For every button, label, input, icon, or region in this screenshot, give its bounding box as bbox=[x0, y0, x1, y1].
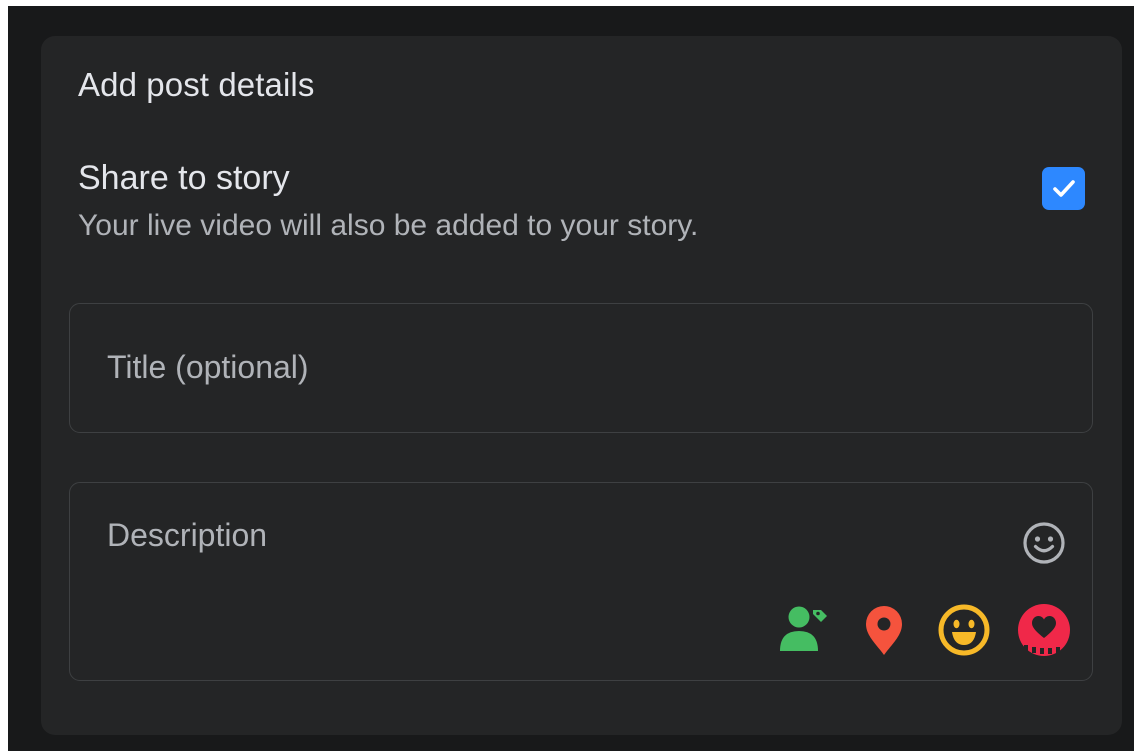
post-details-card: Add post details Share to story Your liv… bbox=[41, 36, 1122, 735]
page-background: Add post details Share to story Your liv… bbox=[8, 6, 1134, 751]
share-to-story-checkbox[interactable] bbox=[1042, 167, 1085, 210]
title-input[interactable]: Title (optional) bbox=[69, 303, 1093, 433]
title-placeholder: Title (optional) bbox=[107, 349, 309, 385]
description-placeholder: Description bbox=[107, 517, 268, 553]
card-title: Add post details bbox=[78, 66, 315, 103]
tag-people-icon[interactable] bbox=[775, 601, 833, 659]
support-nonprofit-icon[interactable] bbox=[1015, 601, 1073, 659]
feeling-activity-icon[interactable] bbox=[935, 601, 993, 659]
share-to-story-label: Share to story bbox=[78, 159, 290, 197]
smiley-outline-icon[interactable] bbox=[1021, 520, 1067, 566]
share-to-story-description: Your live video will also be added to yo… bbox=[78, 209, 699, 242]
checkmark-icon bbox=[1053, 180, 1075, 197]
location-pin-icon[interactable] bbox=[855, 601, 913, 659]
description-input[interactable]: Description bbox=[69, 482, 1093, 681]
